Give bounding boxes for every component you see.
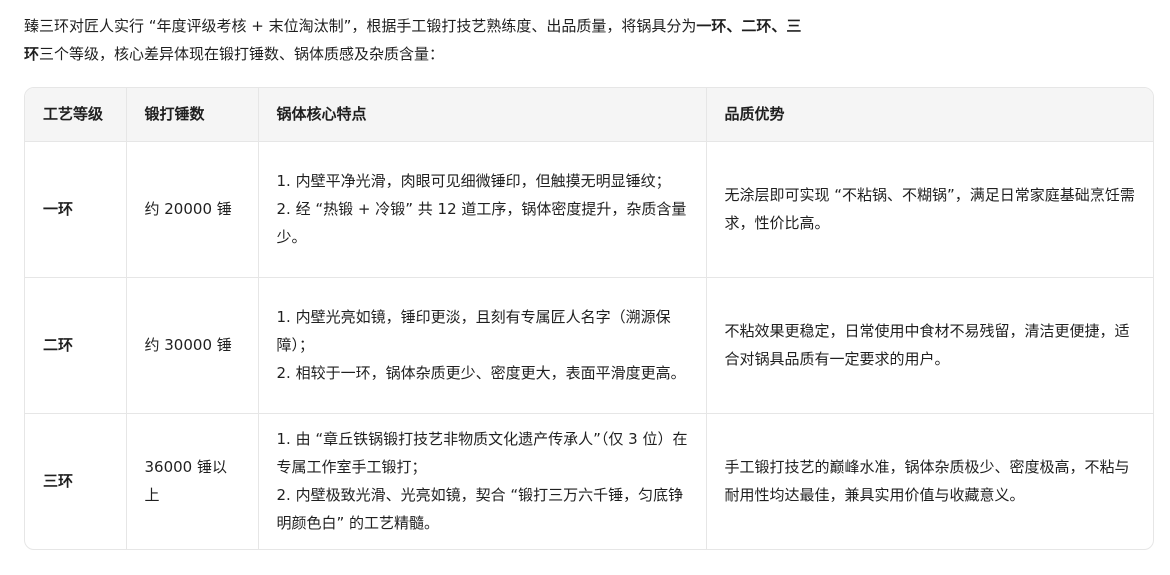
row-features: 1. 内壁平净光滑，肉眼可见细微锤印，但触摸无明显锤纹； 2. 经 “热锻 + … [258,141,707,278]
row-level: 二环 [25,277,127,414]
feature-item: 2. 经 “热锻 + 冷锻” 共 12 道工序，锅体密度提升，杂质含量少。 [276,200,687,246]
row-level: 一环 [25,141,127,278]
header-hammers: 锻打锤数 [126,88,259,142]
feature-item: 2. 相较于一环，锅体杂质更少、密度更大，表面平滑度更高。 [276,364,686,382]
row-level: 三环 [25,413,127,549]
craft-level-table: 工艺等级 锻打锤数 锅体核心特点 品质优势 一环 约 20000 锤 1. 内壁… [24,87,1154,550]
feature-item: 1. 由 “章丘铁锅锻打技艺非物质文化遗产传承人”（仅 3 位）在专属工作室手工… [276,430,688,477]
row-advantage: 不粘效果更稳定，日常使用中食材不易残留，清洁更便捷，适合对锅具品质有一定要求的用… [706,277,1153,414]
table-row: 三环 36000 锤以上 1. 由 “章丘铁锅锻打技艺非物质文化遗产传承人”（仅… [25,413,1153,549]
header-advantage: 品质优势 [706,88,1153,142]
feature-item: 1. 内壁光亮如镜，锤印更淡，且刻有专属匠人名字（溯源保障）； [276,308,671,354]
table-header-row: 工艺等级 锻打锤数 锅体核心特点 品质优势 [25,88,1153,142]
intro-text-2: 三个等级，核心差异体现在锻打锤数、锅体质感及杂质含量： [39,45,445,63]
table-row: 一环 约 20000 锤 1. 内壁平净光滑，肉眼可见细微锤印，但触摸无明显锤纹… [25,141,1153,278]
feature-item: 1. 内壁平净光滑，肉眼可见细微锤印，但触摸无明显锤纹； [276,172,671,190]
row-hammers: 约 30000 锤 [126,277,259,414]
row-advantage: 无涂层即可实现 “不粘锅、不糊锅”，满足日常家庭基础烹饪需求，性价比高。 [706,141,1153,278]
row-advantage: 手工锻打技艺的巅峰水准，锅体杂质极少、密度极高，不粘与耐用性均达最佳，兼具实用价… [724,458,1130,505]
intro-text-1: 臻三环对匠人实行 “年度评级考核 + 末位淘汰制”，根据手工锻打技艺熟练度、出品… [24,17,697,35]
intro-paragraph: 臻三环对匠人实行 “年度评级考核 + 末位淘汰制”，根据手工锻打技艺熟练度、出品… [24,12,814,68]
header-features: 锅体核心特点 [258,88,707,142]
header-level: 工艺等级 [25,88,127,142]
row-hammers: 36000 锤以上 [126,413,259,549]
row-features: 1. 由 “章丘铁锅锻打技艺非物质文化遗产传承人”（仅 3 位）在专属工作室手工… [258,413,707,549]
table-row: 二环 约 30000 锤 1. 内壁光亮如镜，锤印更淡，且刻有专属匠人名字（溯源… [25,277,1153,414]
row-features: 1. 内壁光亮如镜，锤印更淡，且刻有专属匠人名字（溯源保障）； 2. 相较于一环… [258,277,707,414]
row-hammers: 约 20000 锤 [126,141,259,278]
feature-item: 2. 内壁极致光滑、光亮如镜，契合 “锻打三万六千锤，匀底铮明颜色白” 的工艺精… [276,486,684,533]
